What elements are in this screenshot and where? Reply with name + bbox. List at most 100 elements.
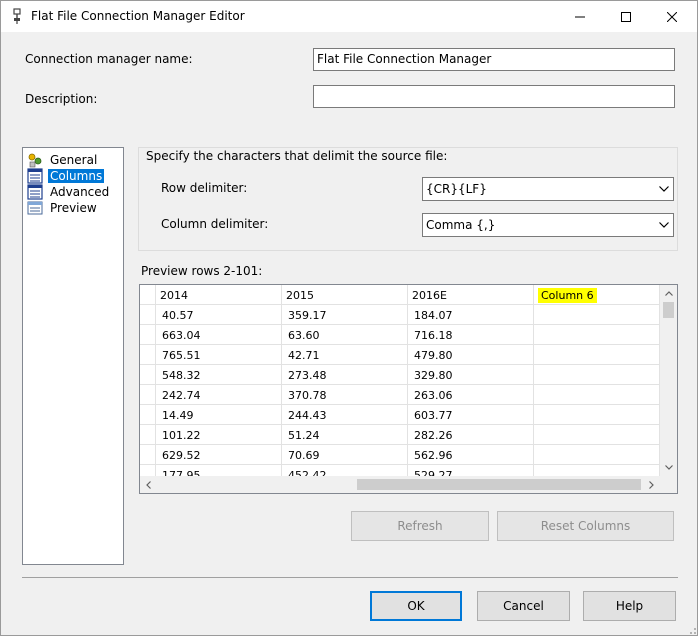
cancel-button[interactable]: Cancel [477,591,570,621]
table-cell: 370.78 [282,385,408,405]
table-row: 40.57 359.17 184.07 [140,305,660,325]
table-cell: 663.04 [156,325,282,345]
column-delimiter-label: Column delimiter: [161,217,269,231]
table-cell: 42.71 [282,345,408,365]
table-cell: 14.49 [156,405,282,425]
ok-button[interactable]: OK [370,591,462,621]
minimize-icon [575,16,585,17]
nav-label-advanced: Advanced [50,185,110,199]
table-cell [534,445,660,465]
row-delimiter-label: Row delimiter: [161,181,248,195]
row-delimiter-select[interactable]: {CR}{LF} [422,177,674,201]
column-header-highlighted[interactable]: Column 6 [534,285,660,305]
chevron-up-icon [664,291,673,296]
nav-item-preview[interactable]: Preview [27,200,99,216]
row-header-cell [140,405,156,425]
horizontal-scroll-thumb[interactable] [357,479,641,490]
vertical-scroll-thumb[interactable] [663,302,674,318]
refresh-button[interactable]: Refresh [351,511,489,541]
table-cell: 273.48 [282,365,408,385]
row-header-cell [140,445,156,465]
row-header-cell [140,325,156,345]
window-title: Flat File Connection Manager Editor [31,9,245,23]
reset-columns-button[interactable]: Reset Columns [497,511,674,541]
preview-icon [27,200,43,216]
column-header[interactable]: 2016E [408,285,534,305]
table-cell: 765.51 [156,345,282,365]
row-header-cell [140,365,156,385]
row-header-cell [140,385,156,405]
table-cell [534,405,660,425]
preview-grid[interactable]: 2014 2015 2016E Column 6 40.57 359.17 184.… [139,284,678,494]
column-delimiter-select[interactable]: Comma {,} [422,213,674,237]
chevron-down-icon [659,222,669,228]
nav-item-general[interactable]: General [27,152,99,168]
table-row: 548.32 273.48 329.80 [140,365,660,385]
connection-name-label: Connection manager name: [25,52,193,66]
table-cell: 70.69 [282,445,408,465]
table-row: 629.52 70.69 562.96 [140,445,660,465]
connection-name-input[interactable]: Flat File Connection Manager [313,48,675,71]
nav-label-general: General [50,153,98,167]
column-delimiter-value: Comma {,} [426,218,496,232]
chevron-left-icon [146,480,151,489]
table-cell: 329.80 [408,365,534,385]
table-cell [534,425,660,445]
dialog-window: Flat File Connection Manager Editor Conn… [0,0,698,636]
table-row: 765.51 42.71 479.80 [140,345,660,365]
title-bar: Flat File Connection Manager Editor [1,1,697,32]
navigation-panel: General Columns Advanced Preview [22,147,124,565]
table-cell: 629.52 [156,445,282,465]
table-cell: 548.32 [156,365,282,385]
nav-item-columns[interactable]: Columns [27,168,105,184]
close-button[interactable] [649,1,695,32]
table-cell: 101.22 [156,425,282,445]
preview-rows-label: Preview rows 2-101: [141,264,263,278]
description-input[interactable] [313,85,675,108]
nav-label-preview: Preview [50,201,97,215]
column-6-label: Column 6 [538,288,597,303]
resize-grip-icon[interactable] [685,623,697,635]
scroll-corner [660,476,677,493]
help-button[interactable]: Help [583,591,676,621]
row-header-cell [140,345,156,365]
horizontal-scrollbar[interactable] [140,476,660,493]
grid-header: 2014 2015 2016E Column 6 [140,285,660,305]
table-cell [534,385,660,405]
general-icon [27,152,43,168]
maximize-button[interactable] [603,1,649,32]
table-row: 14.49 244.43 603.77 [140,405,660,425]
grid-body: 40.57 359.17 184.07 663.04 63.60 716.18 765.51… [140,305,660,478]
scroll-right-arrow[interactable] [643,476,660,493]
delimiter-group-label: Specify the characters that delimit the … [146,149,448,163]
table-row: 242.74 370.78 263.06 [140,385,660,405]
chevron-down-icon [659,186,669,192]
column-header[interactable]: 2015 [282,285,408,305]
footer-separator [22,577,678,578]
table-cell: 40.57 [156,305,282,325]
description-label: Description: [25,92,98,106]
table-cell [534,305,660,325]
scroll-left-arrow[interactable] [140,476,157,493]
table-cell: 184.07 [408,305,534,325]
nav-label-columns: Columns [48,169,105,183]
connection-manager-icon [10,8,24,24]
advanced-icon [27,184,43,200]
table-cell [534,345,660,365]
scroll-up-arrow[interactable] [660,285,677,302]
scroll-down-arrow[interactable] [660,459,677,476]
table-cell: 244.43 [282,405,408,425]
table-cell: 282.26 [408,425,534,445]
row-header-cell [140,285,156,305]
table-cell [534,325,660,345]
chevron-right-icon [649,480,654,489]
table-cell: 51.24 [282,425,408,445]
nav-item-advanced[interactable]: Advanced [27,184,111,200]
columns-icon [27,168,43,184]
table-cell: 562.96 [408,445,534,465]
table-cell [534,365,660,385]
vertical-scrollbar[interactable] [660,285,677,476]
column-header[interactable]: 2014 [156,285,282,305]
minimize-button[interactable] [557,1,603,32]
row-header-cell [140,305,156,325]
